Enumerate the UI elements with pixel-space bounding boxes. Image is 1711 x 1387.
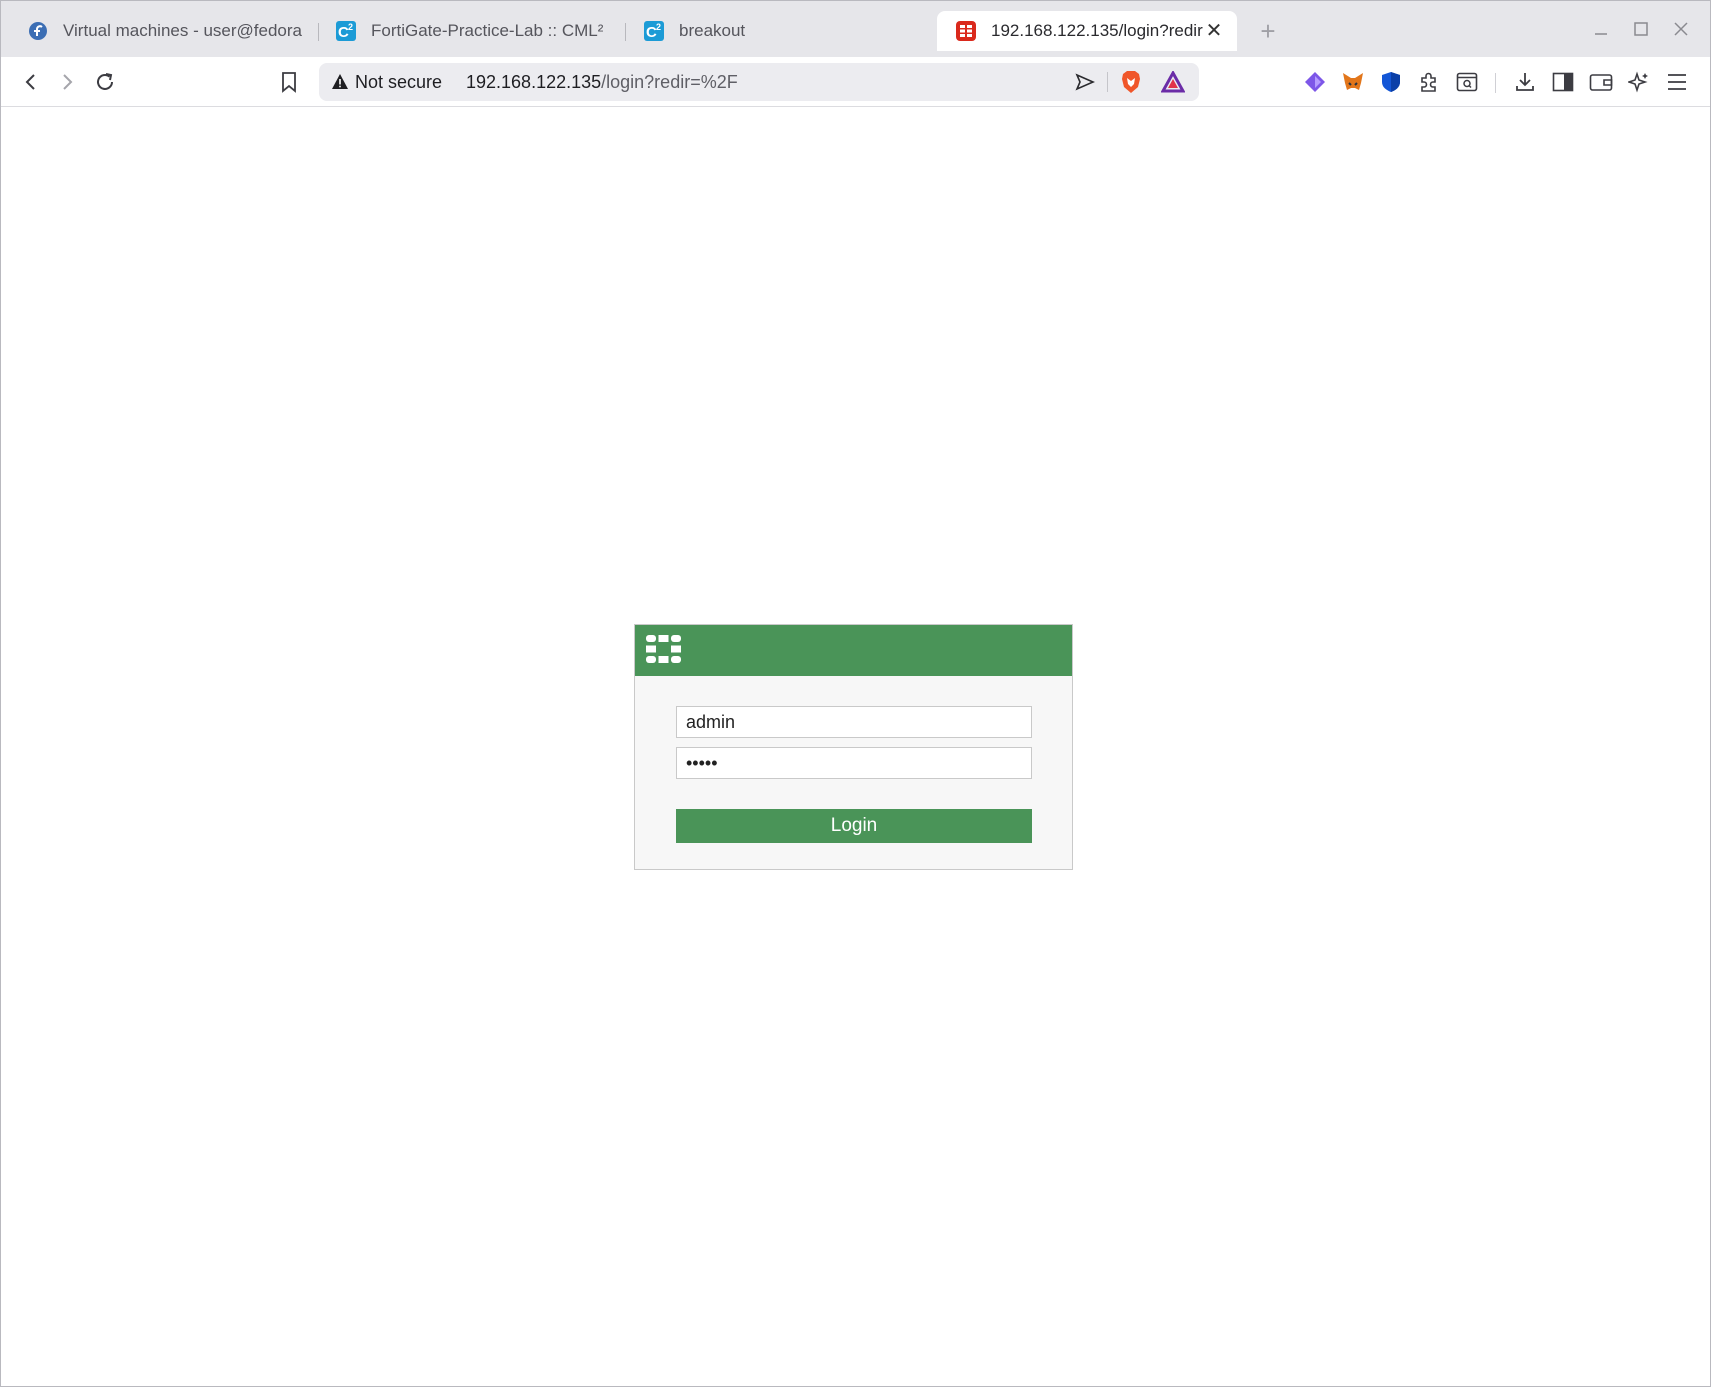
fortinet-icon (955, 20, 977, 42)
tab-fortigate-lab[interactable]: C2 FortiGate-Practice-Lab :: CML² (317, 11, 617, 51)
fortinet-logo-icon (646, 635, 682, 668)
warning-icon (331, 73, 349, 91)
new-tab-button[interactable]: + (1254, 17, 1282, 45)
svg-text:2: 2 (348, 22, 353, 32)
tab-virtual-machines[interactable]: Virtual machines - user@fedora (9, 11, 309, 51)
tab-title: 192.168.122.135/login?redir (991, 21, 1203, 40)
share-icon[interactable] (1071, 68, 1099, 96)
address-divider (1107, 72, 1108, 92)
leo-sparkle-icon[interactable] (1623, 66, 1655, 98)
wallet-icon[interactable] (1585, 66, 1617, 98)
url-text[interactable]: 192.168.122.135/login?redir=%2F (466, 63, 738, 101)
tab-title: FortiGate-Practice-Lab :: CML² (371, 21, 604, 40)
metamask-icon[interactable] (1337, 66, 1369, 98)
minimize-icon[interactable] (1587, 15, 1615, 43)
menu-icon[interactable] (1661, 66, 1693, 98)
page-search-icon[interactable] (1451, 66, 1483, 98)
tab-breakout[interactable]: C2 breakout (625, 11, 925, 51)
brave-rewards-icon[interactable] (1159, 68, 1187, 96)
cml-icon: C2 (643, 20, 665, 42)
maximize-icon[interactable] (1627, 15, 1655, 43)
bookmark-icon[interactable] (273, 66, 305, 98)
extensions-icon[interactable] (1413, 66, 1445, 98)
username-input[interactable] (676, 706, 1032, 738)
login-header (635, 625, 1072, 676)
toolbar-divider (1495, 73, 1496, 93)
address-bar[interactable]: Not secure 192.168.122.135/login?redir=%… (319, 63, 1199, 101)
forward-icon[interactable] (51, 66, 83, 98)
security-indicator[interactable]: Not secure (331, 63, 442, 101)
brave-shields-icon[interactable] (1117, 68, 1145, 96)
security-label: Not secure (355, 71, 443, 92)
browser-toolbar: Not secure 192.168.122.135/login?redir=%… (1, 57, 1710, 107)
tab-title: Virtual machines - user@fedora (63, 21, 302, 40)
back-icon[interactable] (15, 66, 47, 98)
close-window-icon[interactable] (1667, 15, 1695, 43)
tab-title: breakout (679, 21, 746, 40)
url-host: 192.168.122.135 (466, 72, 602, 92)
browser-window: Virtual machines - user@fedora C2 FortiG… (0, 0, 1711, 1387)
shield-extension-icon[interactable] (1375, 66, 1407, 98)
login-panel: Login (634, 624, 1073, 870)
sidebar-toggle-icon[interactable] (1547, 66, 1579, 98)
tab-strip: Virtual machines - user@fedora C2 FortiG… (1, 1, 1710, 57)
url-path: /login?redir=%2F (601, 72, 738, 92)
tab-close-icon[interactable]: ✕ (1203, 20, 1225, 42)
password-input[interactable] (676, 747, 1032, 779)
tab-fortigate-login[interactable]: 192.168.122.135/login?redir ✕ (937, 11, 1237, 51)
downloads-icon[interactable] (1509, 66, 1541, 98)
cml-icon: C2 (335, 20, 357, 42)
leo-ai-icon[interactable] (1299, 66, 1331, 98)
login-button[interactable]: Login (676, 809, 1032, 843)
fedora-icon (27, 20, 49, 42)
svg-text:2: 2 (656, 22, 661, 32)
reload-icon[interactable] (89, 66, 121, 98)
